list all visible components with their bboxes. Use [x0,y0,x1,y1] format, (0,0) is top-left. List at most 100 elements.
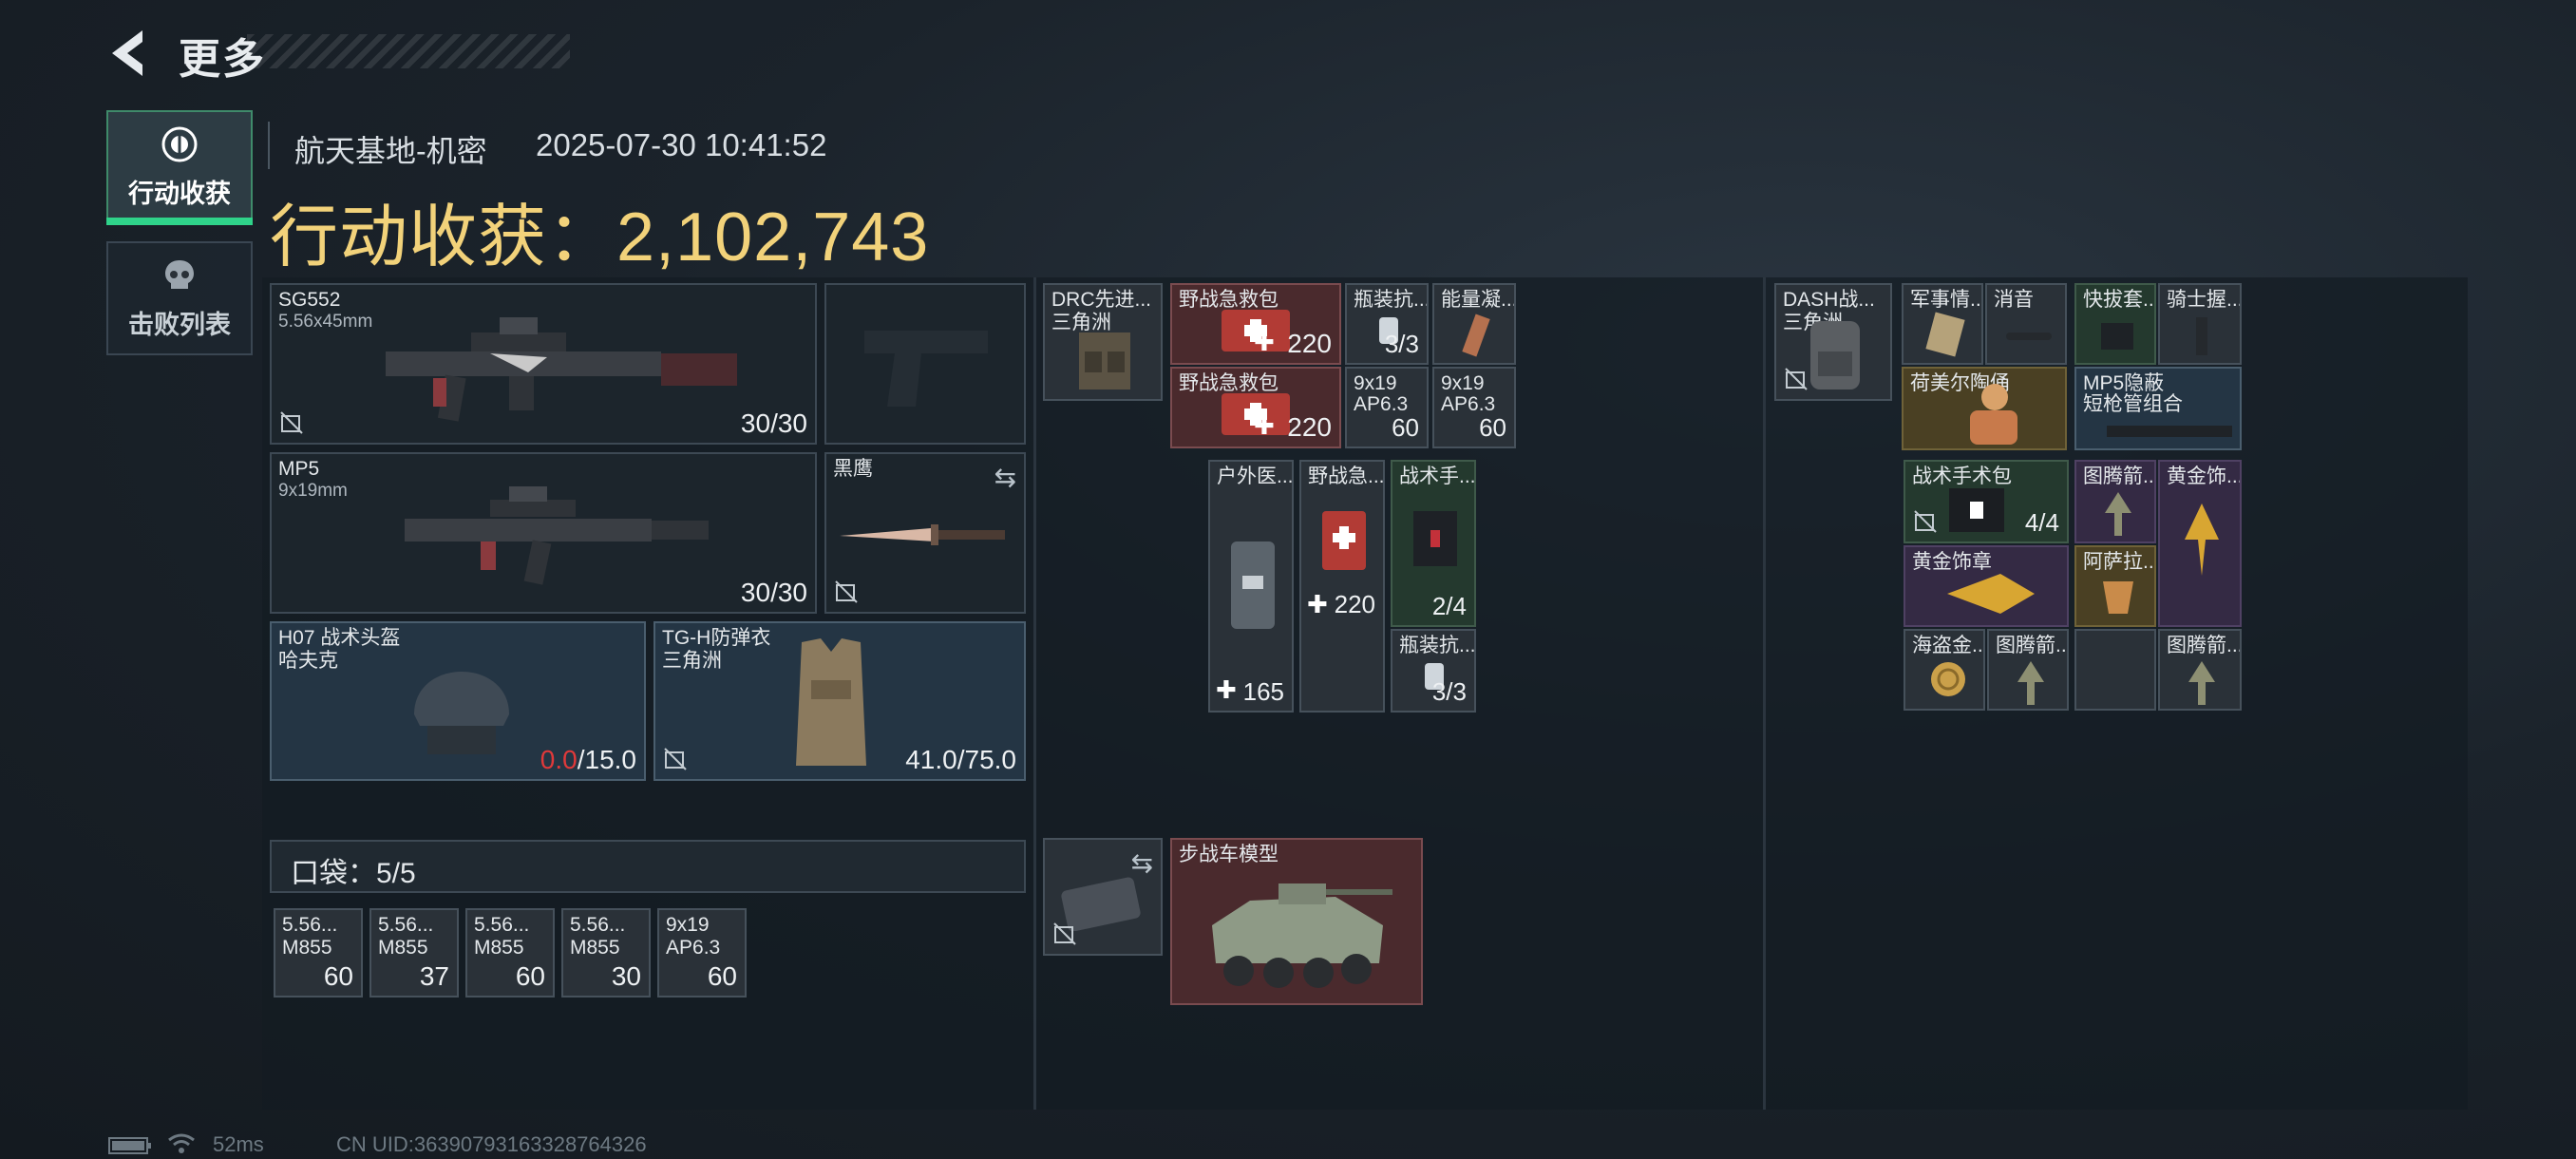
pocket-item[interactable]: 5.56... M855 60 [465,908,555,998]
backpack-item[interactable]: 黄金饰... [2158,460,2242,627]
weapon-caliber: 9x19mm [278,481,348,501]
swap-icon[interactable]: ⇆ [994,462,1016,493]
item-sub-name: 短枪管组合 [2083,393,2183,415]
smg-icon [405,486,709,585]
totem-arrow-icon [2105,492,2131,536]
item-name: MP5隐蔽 [2083,372,2165,394]
cup-icon [2103,581,2133,614]
title-decoration [247,34,570,68]
armor-name: TG-H防弹衣 [662,627,771,649]
pistol-slot-empty[interactable] [824,283,1026,445]
tab-loot[interactable]: 行动收获 [106,110,253,224]
item-quantity: 3/3 [1431,677,1467,706]
page-title: 更多 [179,36,266,83]
item-type: M855 [282,937,332,959]
body-armor-icon [796,638,866,766]
rig-item[interactable]: 9x19 AP6.3 60 [1345,367,1429,448]
safe-case-slot[interactable]: ⇆ [1043,838,1163,956]
item-name: 军事情... [1910,289,1983,311]
quick-pull-icon [2101,323,2133,350]
barrel-kit-icon [2107,426,2232,437]
item-quantity: 37 [419,961,449,991]
pocket-item[interactable]: 5.56... M855 37 [369,908,459,998]
item-name: 图腾箭... [1996,635,2069,656]
backpack-slot[interactable]: DASH战... 三角洲 [1774,283,1892,401]
backpack-item[interactable]: 阿萨拉... [2074,545,2156,627]
battery-icon [108,1137,151,1154]
backpack-item[interactable]: 图腾箭... [1987,629,2069,711]
item-type: M855 [570,937,620,959]
rig-item[interactable]: 野战急救包 ✚ 220 [1170,283,1341,365]
helmet-name: H07 战术头盔 [278,627,401,649]
back-arrow-icon[interactable] [104,27,152,80]
panel-divider-2 [1763,277,1766,1110]
surgical-kit-icon [1949,488,2004,532]
primary-weapon-slot-2[interactable]: MP5 9x19mm 30/30 [270,452,817,614]
rig-item[interactable]: 野战急救包 ✚ 220 [1170,367,1341,448]
loot-icon [161,126,198,162]
case-item[interactable]: 步战车模型 [1170,838,1423,1005]
primary-weapon-slot-1[interactable]: SG552 5.56x45mm 30/30 [270,283,817,445]
totem-arrow-icon [2017,661,2044,705]
backpack-item[interactable]: 图腾箭... [2158,629,2242,711]
medical-icon: ✚ [1216,675,1237,704]
backpack-item[interactable]: 军事情... [1902,283,1983,365]
backpack-name: DASH战... [1783,289,1875,311]
backpack-item[interactable]: MP5隐蔽 短枪管组合 [2074,367,2242,450]
melee-name: 黑鹰 [833,458,873,480]
pocket-label-text: 口袋： [291,858,376,889]
intel-document-icon [1925,312,1965,357]
item-quantity: 60 [323,961,353,991]
backpack-item[interactable]: 黄金饰章 [1904,545,2069,627]
backpack-item[interactable]: 消音 [1985,283,2067,365]
backpack-item[interactable]: 快拔套... [2074,283,2156,365]
backpack-item[interactable]: 海盗金... [1904,629,1985,711]
backpack-item[interactable]: 战术手术包 4/4 [1904,460,2069,543]
item-name: 黄金饰... [2167,466,2242,487]
wifi-icon [168,1133,195,1153]
rig-item[interactable]: 战术手... 2/4 [1391,460,1476,627]
melee-slot[interactable]: 黑鹰 ⇆ [824,452,1026,614]
not-insured-icon [1785,368,1808,390]
backpack-item[interactable]: 图腾箭... [2074,460,2156,543]
helmet-durability: 0.0/15.0 [540,745,636,775]
rig-item[interactable]: 瓶装抗... 3/3 [1345,283,1429,365]
panel-divider-1 [1033,277,1036,1110]
weapon-name: SG552 [278,289,341,311]
item-name: 瓶装抗... [1399,635,1476,656]
item-name: 5.56... [570,914,626,936]
pocket-label: 口袋：5/5 [291,849,416,891]
item-type: M855 [378,937,428,959]
skull-icon [165,259,194,289]
helmet-slot[interactable]: H07 战术头盔 哈夫克 0.0/15.0 [270,621,646,781]
rig-item[interactable]: 野战急... ✚ 220 [1299,460,1385,712]
rig-item[interactable]: 户外医... ✚ 165 [1208,460,1294,712]
item-name: 户外医... [1217,466,1294,487]
rig-item[interactable]: 能量凝... [1432,283,1516,365]
rig-item[interactable]: 瓶装抗... 3/3 [1391,629,1476,712]
item-quantity: 60 [1392,413,1419,442]
gold-coin-icon [1931,662,1965,696]
item-quantity: 60 [515,961,545,991]
item-name: 野战急... [1308,466,1385,487]
armor-slot[interactable]: TG-H防弹衣 三角洲 41.0/75.0 [653,621,1026,781]
surgical-kit-icon [1413,511,1457,566]
helmet-durability-current: 0.0 [540,745,578,774]
item-name: 瓶装抗... [1354,289,1429,311]
player-uid: CN UID:36390793163328764326 [336,1132,647,1156]
pocket-item[interactable]: 9x19 AP6.3 60 [657,908,747,998]
tab-defeated-list[interactable]: 击败列表 [106,241,253,355]
pocket-item[interactable]: 5.56... M855 30 [561,908,651,998]
not-insured-icon [1914,510,1937,533]
item-name: 消音 [1994,289,2034,311]
rig-item[interactable]: 9x19 AP6.3 60 [1432,367,1516,448]
backpack-item[interactable]: 荷美尔陶俑 [1902,367,2067,450]
pocket-item[interactable]: 5.56... M855 60 [274,908,363,998]
item-quantity: 3/3 [1384,330,1419,358]
chest-rig-slot[interactable]: DRC先进... 三角洲 [1043,283,1163,401]
backpack-item[interactable]: 骑士握... [2158,283,2242,365]
medical-icon: ✚ [1254,328,1275,356]
pistol-placeholder-icon [864,331,988,407]
backpack-empty-cell[interactable] [2074,629,2156,711]
item-quantity: 220 [1287,329,1332,358]
